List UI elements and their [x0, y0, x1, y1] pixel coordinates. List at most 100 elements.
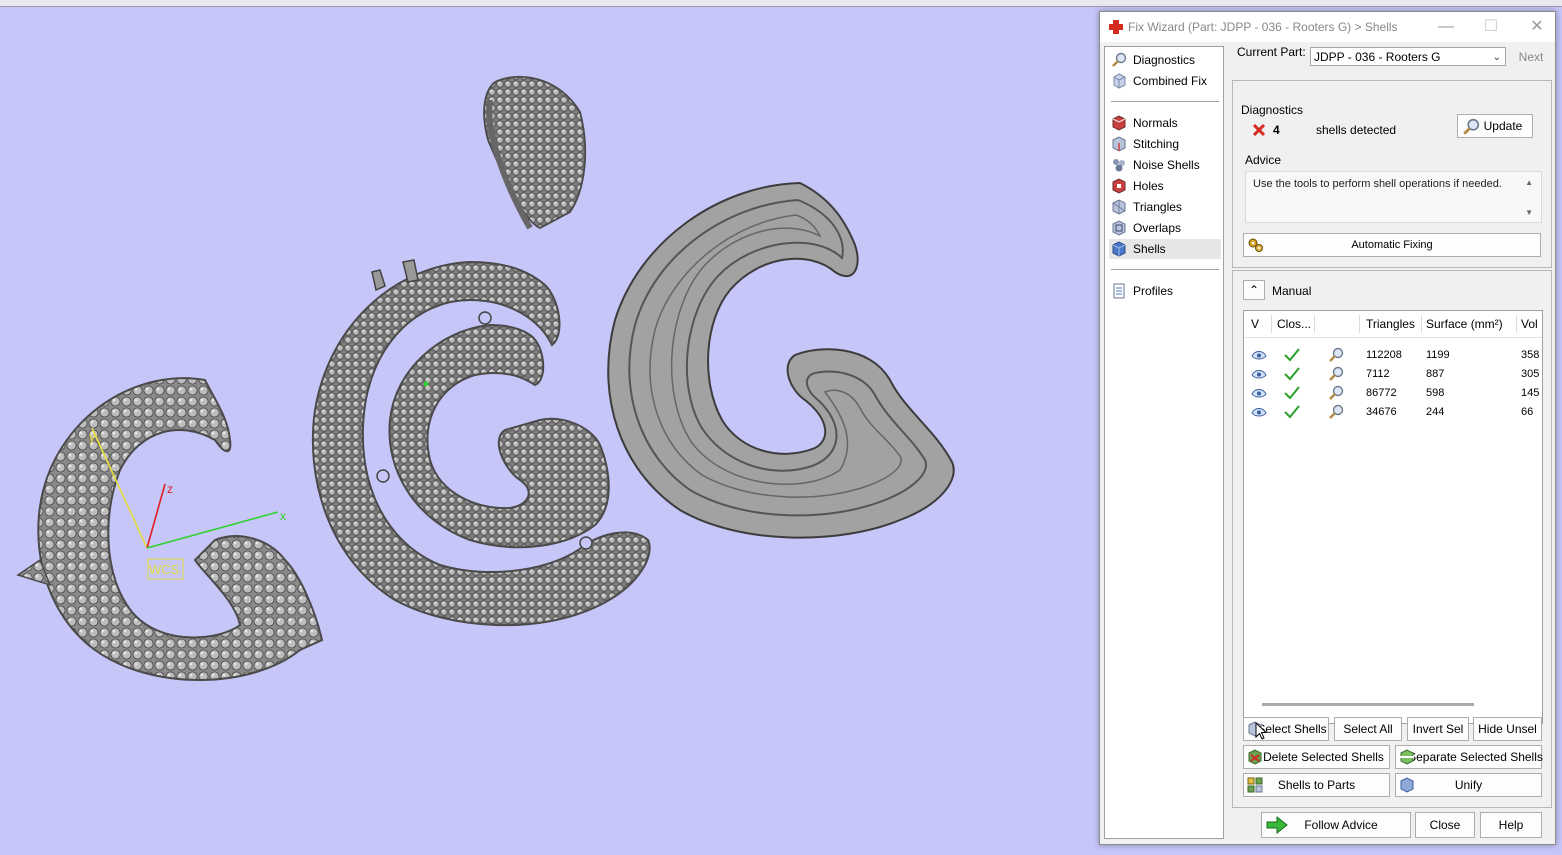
hide-unselected-button[interactable]: Hide Unsel	[1473, 717, 1542, 741]
shells-to-parts-label: Shells to Parts	[1277, 778, 1356, 792]
current-part-value: JDPP - 036 - Rooters G	[1314, 50, 1441, 64]
shells-table[interactable]: V Clos... Triangles Surface (mm²) Vol 11…	[1243, 310, 1543, 724]
shells-to-parts-icon	[1247, 777, 1263, 793]
table-row[interactable]: 34676 244 66	[1244, 403, 1542, 422]
column-header-triangles[interactable]: Triangles	[1366, 317, 1415, 331]
plain-g-shell[interactable]	[607, 181, 955, 539]
nav-item-diagnostics[interactable]: Diagnostics	[1111, 50, 1219, 70]
nav-item-label: Noise Shells	[1133, 158, 1200, 172]
cell-surface: 244	[1426, 406, 1445, 418]
cell-triangles: 86772	[1366, 387, 1397, 399]
wcs-label: WCS	[149, 562, 180, 577]
shells-icon	[1112, 241, 1126, 257]
zoom-to-shell-icon[interactable]	[1328, 404, 1344, 420]
bail-shell[interactable]	[483, 75, 587, 230]
follow-advice-button[interactable]: Follow Advice	[1261, 812, 1411, 838]
horizontal-scrollbar[interactable]	[1262, 703, 1474, 706]
update-label: Update	[1483, 119, 1523, 133]
fix-wizard-dialog: Fix Wizard (Part: JDPP - 036 - Rooters G…	[1099, 11, 1556, 845]
delete-selected-label: Delete Selected Shells	[1263, 750, 1384, 764]
nav-item-shells[interactable]: Shells	[1109, 239, 1221, 259]
unify-button[interactable]: Unify	[1395, 773, 1542, 797]
zoom-to-shell-icon[interactable]	[1328, 385, 1344, 401]
automatic-fixing-button[interactable]: Automatic Fixing	[1243, 233, 1541, 257]
column-header-surface[interactable]: Surface (mm²)	[1426, 317, 1503, 331]
zoom-to-shell-icon[interactable]	[1328, 366, 1344, 382]
separate-selected-shells-button[interactable]: Separate Selected Shells	[1395, 745, 1543, 769]
nav-item-label: Holes	[1133, 179, 1164, 193]
invert-selection-button[interactable]: Invert Sel	[1407, 717, 1469, 741]
update-button[interactable]: Update	[1457, 114, 1533, 138]
cell-triangles: 112208	[1366, 349, 1402, 361]
unify-label: Unify	[1454, 778, 1483, 792]
close-button[interactable]: Close	[1415, 812, 1475, 838]
nav-item-profiles[interactable]: Profiles	[1111, 281, 1219, 301]
nav-item-combined-fix[interactable]: Combined Fix	[1111, 71, 1219, 91]
column-separator	[1421, 315, 1422, 333]
model-scene[interactable]: WCS y z x	[0, 0, 1095, 855]
column-header-closed[interactable]: Clos...	[1277, 317, 1311, 331]
error-x-icon	[1252, 123, 1266, 137]
shells-to-parts-button[interactable]: Shells to Parts	[1243, 773, 1390, 797]
table-row[interactable]: 7112 887 305	[1244, 365, 1542, 384]
nav-item-label: Triangles	[1133, 200, 1182, 214]
nav-item-noise-shells[interactable]: Noise Shells	[1111, 155, 1219, 175]
double-chevron-up-icon: ⌃	[1248, 283, 1260, 297]
nav-item-label: Overlaps	[1133, 221, 1182, 235]
scroll-down-icon[interactable]: ▼	[1525, 208, 1533, 217]
cell-volume: 358	[1521, 349, 1540, 361]
axis-x-label: x	[280, 509, 286, 523]
magnifier-icon	[1463, 118, 1480, 135]
column-separator	[1516, 315, 1517, 333]
green-arrow-icon	[1266, 816, 1288, 834]
cell-volume: 145	[1521, 387, 1540, 399]
nav-item-overlaps[interactable]: Overlaps	[1111, 218, 1219, 238]
noise-shells-icon	[1113, 159, 1125, 172]
inner-beaded-g-shell[interactable]	[388, 323, 610, 549]
next-button[interactable]: Next	[1512, 47, 1550, 67]
unify-icon	[1400, 777, 1414, 793]
delete-selected-shells-button[interactable]: Delete Selected Shells	[1243, 745, 1390, 769]
visibility-eye-icon[interactable]	[1251, 387, 1267, 399]
advice-group: Advice Use the tools to perform shell op…	[1241, 153, 1545, 229]
scroll-up-icon[interactable]: ▲	[1525, 178, 1533, 187]
manual-label: Manual	[1272, 284, 1312, 298]
gears-icon	[1248, 238, 1263, 252]
visibility-eye-icon[interactable]	[1251, 406, 1267, 418]
dialog-titlebar[interactable]: Fix Wizard (Part: JDPP - 036 - Rooters G…	[1100, 12, 1555, 42]
zoom-to-shell-icon[interactable]	[1328, 347, 1344, 363]
minimize-button[interactable]: —	[1435, 16, 1457, 38]
magnifier-icon	[1112, 52, 1127, 67]
close-window-button[interactable]: ✕	[1526, 16, 1548, 38]
delete-shells-icon	[1248, 749, 1262, 765]
current-part-label: Current Part:	[1237, 45, 1306, 59]
column-separator	[1314, 315, 1315, 333]
dialog-title: Fix Wizard (Part: JDPP - 036 - Rooters G…	[1128, 20, 1398, 34]
visibility-eye-icon[interactable]	[1251, 349, 1267, 361]
nav-item-triangles[interactable]: Triangles	[1111, 197, 1219, 217]
visibility-eye-icon[interactable]	[1251, 368, 1267, 380]
normals-icon	[1112, 115, 1126, 131]
maximize-button[interactable]: ☐	[1480, 16, 1502, 38]
nav-item-holes[interactable]: Holes	[1111, 176, 1219, 196]
nav-item-label: Normals	[1133, 116, 1178, 130]
column-header-visible[interactable]: V	[1251, 317, 1259, 331]
table-row[interactable]: 86772 598 145	[1244, 384, 1542, 403]
select-all-button[interactable]: Select All	[1334, 717, 1402, 741]
advice-box: Use the tools to perform shell operation…	[1245, 171, 1542, 223]
advice-text: Use the tools to perform shell operation…	[1253, 178, 1502, 190]
current-part-dropdown[interactable]: JDPP - 036 - Rooters G ⌄	[1310, 47, 1506, 66]
table-row[interactable]: 112208 1199 358	[1244, 346, 1542, 365]
nav-item-stitching[interactable]: Stitching	[1111, 134, 1219, 154]
nav-item-label: Diagnostics	[1133, 53, 1196, 67]
shell-count-text: shells detected	[1316, 123, 1397, 137]
nav-item-normals[interactable]: Normals	[1111, 113, 1219, 133]
left-beaded-g-shell[interactable]	[16, 377, 324, 681]
column-header-volume[interactable]: Vol	[1521, 317, 1538, 331]
help-button[interactable]: Help	[1480, 812, 1542, 838]
axis-y-label: y	[89, 430, 95, 444]
cell-volume: 66	[1521, 406, 1534, 418]
collapse-manual-button[interactable]: ⌃	[1243, 280, 1265, 300]
cell-surface: 598	[1426, 387, 1445, 399]
mouse-cursor-icon	[1255, 722, 1267, 740]
